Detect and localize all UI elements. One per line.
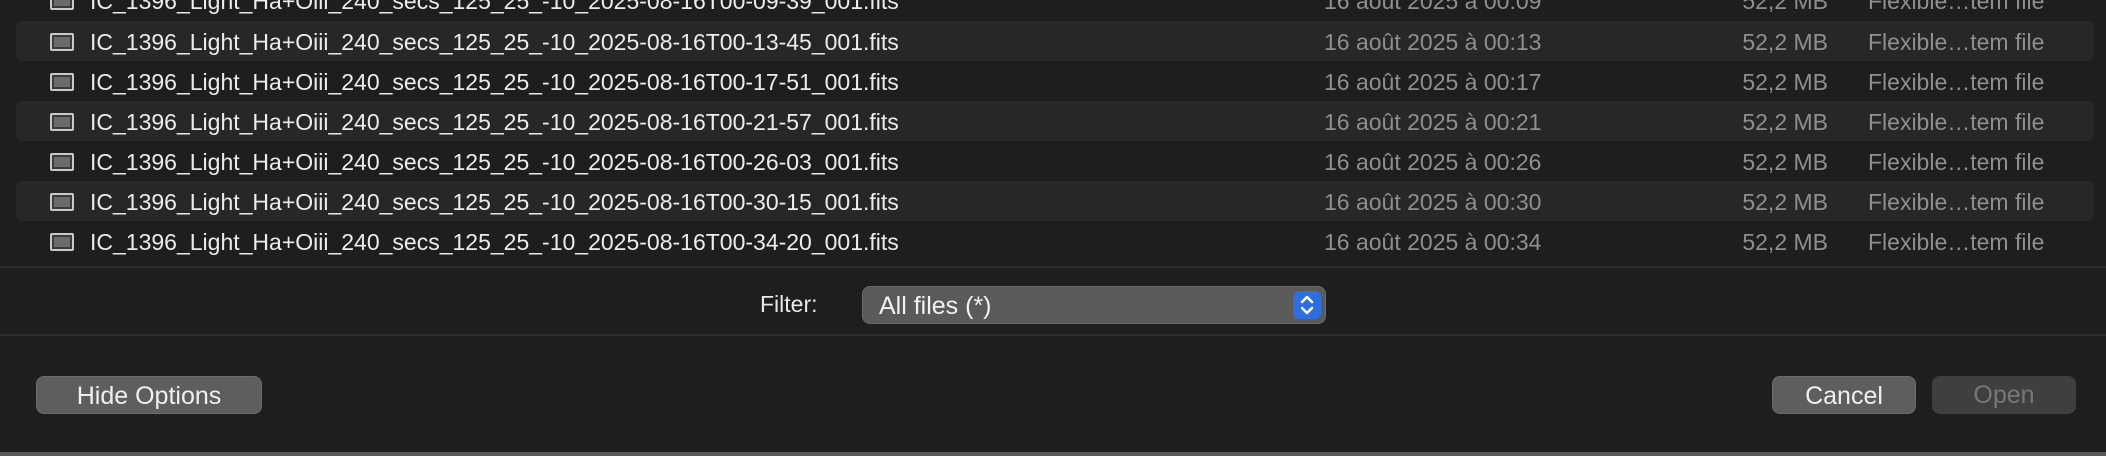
file-name: IC_1396_Light_Ha+Oiii_240_secs_125_25_-1… bbox=[90, 0, 899, 14]
file-size: 52,2 MB bbox=[1742, 29, 1828, 55]
file-name: IC_1396_Light_Ha+Oiii_240_secs_125_25_-1… bbox=[90, 229, 899, 255]
file-name: IC_1396_Light_Ha+Oiii_240_secs_125_25_-1… bbox=[90, 109, 899, 135]
file-date: 16 août 2025 à 00:34 bbox=[1324, 229, 1542, 255]
file-date: 16 août 2025 à 00:21 bbox=[1324, 109, 1542, 135]
file-size: 52,2 MB bbox=[1742, 69, 1828, 95]
file-size: 52,2 MB bbox=[1742, 0, 1828, 14]
file-date: 16 août 2025 à 00:26 bbox=[1324, 149, 1542, 175]
fits-file-icon bbox=[50, 33, 74, 51]
file-date: 16 août 2025 à 00:30 bbox=[1324, 189, 1542, 215]
file-kind: Flexible…tem file bbox=[1868, 69, 2045, 95]
file-size: 52,2 MB bbox=[1742, 189, 1828, 215]
window-bottom-edge bbox=[0, 452, 2106, 456]
open-button[interactable]: Open bbox=[1932, 376, 2076, 414]
fits-file-icon bbox=[50, 193, 74, 211]
hide-options-button[interactable]: Hide Options bbox=[36, 376, 262, 414]
file-kind: Flexible…tem file bbox=[1868, 189, 2045, 215]
file-size: 52,2 MB bbox=[1742, 229, 1828, 255]
file-kind: Flexible…tem file bbox=[1868, 149, 2045, 175]
file-date: 16 août 2025 à 00:09 bbox=[1324, 0, 1542, 14]
file-date: 16 août 2025 à 00:17 bbox=[1324, 69, 1542, 95]
options-divider bbox=[0, 334, 2106, 336]
file-name: IC_1396_Light_Ha+Oiii_240_secs_125_25_-1… bbox=[90, 149, 899, 175]
up-down-chevron-icon bbox=[1293, 291, 1321, 319]
fits-file-icon bbox=[50, 113, 74, 131]
fits-file-icon bbox=[50, 73, 74, 91]
file-date: 16 août 2025 à 00:13 bbox=[1324, 29, 1542, 55]
file-list[interactable]: IC_1396_Light_Ha+Oiii_240_secs_125_25_-1… bbox=[0, 0, 2106, 266]
file-name: IC_1396_Light_Ha+Oiii_240_secs_125_25_-1… bbox=[90, 189, 899, 215]
file-kind: Flexible…tem file bbox=[1868, 109, 2045, 135]
file-open-dialog: IC_1396_Light_Ha+Oiii_240_secs_125_25_-1… bbox=[0, 0, 2106, 456]
file-row[interactable]: IC_1396_Light_Ha+Oiii_240_secs_125_25_-1… bbox=[16, 221, 2094, 261]
fits-file-icon bbox=[50, 233, 74, 251]
filter-label: Filter: bbox=[760, 291, 818, 317]
list-divider bbox=[0, 266, 2106, 268]
file-row[interactable]: IC_1396_Light_Ha+Oiii_240_secs_125_25_-1… bbox=[16, 141, 2094, 181]
file-row[interactable]: IC_1396_Light_Ha+Oiii_240_secs_125_25_-1… bbox=[16, 21, 2094, 61]
file-row[interactable]: IC_1396_Light_Ha+Oiii_240_secs_125_25_-1… bbox=[16, 0, 2094, 20]
file-size: 52,2 MB bbox=[1742, 109, 1828, 135]
file-kind: Flexible…tem file bbox=[1868, 0, 2045, 14]
file-kind: Flexible…tem file bbox=[1868, 29, 2045, 55]
file-name: IC_1396_Light_Ha+Oiii_240_secs_125_25_-1… bbox=[90, 69, 899, 95]
filter-select[interactable]: All files (*) bbox=[862, 286, 1326, 324]
cancel-button[interactable]: Cancel bbox=[1772, 376, 1916, 414]
file-size: 52,2 MB bbox=[1742, 149, 1828, 175]
file-row[interactable]: IC_1396_Light_Ha+Oiii_240_secs_125_25_-1… bbox=[16, 181, 2094, 221]
file-kind: Flexible…tem file bbox=[1868, 229, 2045, 255]
fits-file-icon bbox=[50, 153, 74, 171]
file-name: IC_1396_Light_Ha+Oiii_240_secs_125_25_-1… bbox=[90, 29, 899, 55]
file-row[interactable]: IC_1396_Light_Ha+Oiii_240_secs_125_25_-1… bbox=[16, 101, 2094, 141]
filter-selected-value: All files (*) bbox=[879, 292, 992, 320]
fits-file-icon bbox=[50, 0, 74, 10]
file-row[interactable]: IC_1396_Light_Ha+Oiii_240_secs_125_25_-1… bbox=[16, 61, 2094, 101]
